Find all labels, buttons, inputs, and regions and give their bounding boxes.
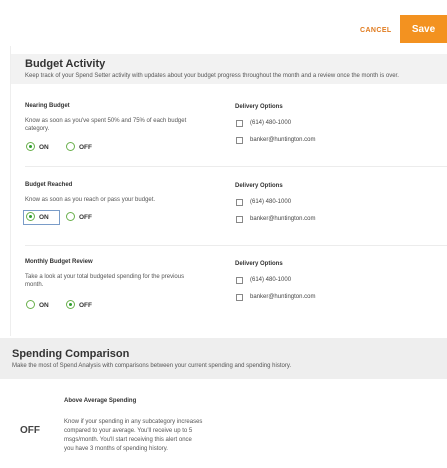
phone-label: (614) 480-1000 (250, 277, 292, 283)
alert-title-budget-reached: Budget Reached (25, 182, 73, 188)
alert-status-toggle[interactable]: OFF (20, 425, 40, 436)
divider (25, 245, 447, 246)
phone-checkbox[interactable] (236, 277, 243, 284)
phone-checkbox[interactable] (236, 199, 243, 206)
phone-checkbox[interactable] (236, 120, 243, 127)
budget-reached-on-radio[interactable] (26, 212, 35, 221)
alert-desc-line: Take a look at your total budgeted spend… (25, 274, 185, 280)
radio-label-on: ON (39, 214, 49, 221)
spending-comparison-header: Spending Comparison Make the most of Spe… (0, 338, 447, 379)
budget-reached-off-radio[interactable] (66, 212, 75, 221)
top-bar: CANCEL Save (0, 0, 447, 46)
delivery-options-title: Delivery Options (235, 104, 283, 110)
email-checkbox[interactable] (236, 294, 243, 301)
budget-activity-header: Budget Activity Keep track of your Spend… (11, 54, 447, 84)
radio-label-off: OFF (79, 144, 92, 151)
email-label: banker@huntington.com (250, 137, 316, 143)
radio-label-on: ON (39, 302, 49, 309)
email-checkbox[interactable] (236, 216, 243, 223)
budget-activity-card: Budget Activity Keep track of your Spend… (10, 46, 447, 336)
phone-label: (614) 480-1000 (250, 199, 292, 205)
alert-desc-line: Know as soon as you reach or pass your b… (25, 197, 156, 203)
save-button[interactable]: Save (400, 15, 447, 43)
email-label: banker@huntington.com (250, 216, 316, 222)
delivery-options-title: Delivery Options (235, 183, 283, 189)
cancel-button[interactable]: CANCEL (360, 27, 392, 34)
radio-label-on: ON (39, 144, 49, 151)
delivery-options-title: Delivery Options (235, 261, 283, 267)
email-label: banker@huntington.com (250, 294, 316, 300)
section-title: Budget Activity (25, 58, 106, 70)
section-description: Make the most of Spend Analysis with com… (12, 363, 292, 369)
section-title: Spending Comparison (12, 348, 130, 360)
section-description: Keep track of your Spend Setter activity… (25, 73, 399, 79)
email-checkbox[interactable] (236, 137, 243, 144)
radio-label-off: OFF (79, 214, 92, 221)
alert-desc-line: compared to your average. You'll receive… (64, 428, 193, 434)
monthly-review-off-radio[interactable] (66, 300, 75, 309)
alert-title-monthly-review: Monthly Budget Review (25, 259, 93, 265)
nearing-budget-on-radio[interactable] (26, 142, 35, 151)
nearing-budget-off-radio[interactable] (66, 142, 75, 151)
alert-desc-line: month. (25, 282, 44, 288)
alert-desc-line: Know if your spending in any subcategory… (64, 419, 203, 425)
alert-title-above-average: Above Average Spending (64, 398, 137, 404)
alert-desc-line: you have 3 months of spending history. (64, 446, 168, 452)
divider (25, 166, 447, 167)
alert-desc-line: msgs/month. You'll start receiving this … (64, 437, 192, 443)
monthly-review-on-radio[interactable] (26, 300, 35, 309)
alert-desc-line: category. (25, 126, 50, 132)
alert-desc-line: Know as soon as you've spent 50% and 75%… (25, 118, 187, 124)
radio-label-off: OFF (79, 302, 92, 309)
alert-title-nearing-budget: Nearing Budget (25, 103, 70, 109)
phone-label: (614) 480-1000 (250, 120, 292, 126)
